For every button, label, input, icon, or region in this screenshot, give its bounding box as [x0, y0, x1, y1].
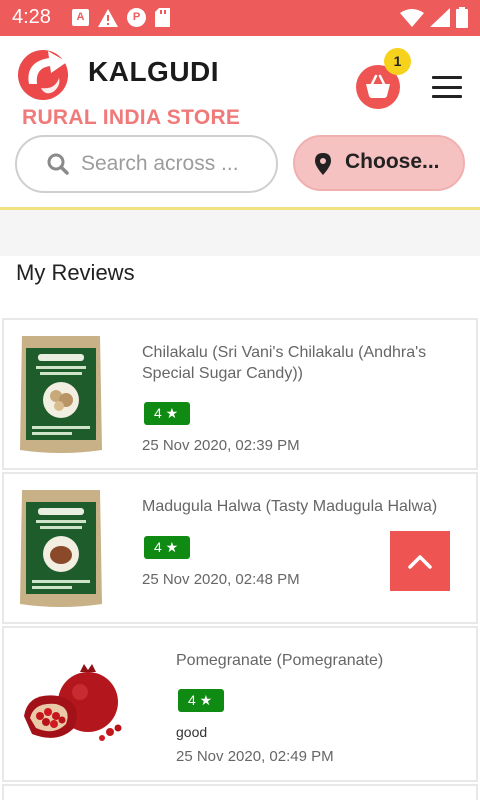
review-date: 25 Nov 2020, 02:48 PM: [142, 571, 300, 588]
p-notification-icon: P: [127, 8, 146, 27]
signal-icon: [430, 8, 450, 27]
review-item[interactable]: Chilakalu (Sri Vani's Chilakalu (Andhra'…: [2, 318, 478, 470]
scroll-to-top-button[interactable]: [390, 531, 450, 591]
rating-badge: 4 ★: [144, 536, 190, 559]
app-header: KALGUDI RURAL INDIA STORE 1 Choose...: [0, 36, 480, 210]
search-input[interactable]: [81, 147, 271, 181]
wifi-icon: [400, 8, 424, 27]
choose-location-button[interactable]: Choose...: [293, 135, 465, 191]
review-date: 25 Nov 2020, 02:49 PM: [176, 748, 334, 765]
battery-icon: [456, 7, 468, 28]
pomegranate-product-image: [24, 664, 122, 741]
rating-badge: 4 ★: [144, 402, 190, 425]
system-icons: [400, 7, 468, 28]
notification-icons: A P: [72, 8, 170, 27]
rating-badge: 4 ★: [178, 689, 224, 712]
location-label: Choose...: [345, 150, 440, 173]
brand-name[interactable]: KALGUDI: [88, 56, 219, 88]
search-icon: [47, 153, 69, 175]
chilakalu-product-image: [20, 336, 102, 453]
review-item[interactable]: [2, 784, 478, 800]
location-pin-icon: [315, 153, 331, 175]
status-bar: 4:28 A P: [0, 0, 480, 36]
cart-count-badge: 1: [384, 48, 411, 75]
sd-card-icon: [155, 8, 170, 27]
review-date: 25 Nov 2020, 02:39 PM: [142, 437, 300, 454]
warning-icon: [98, 8, 118, 27]
my-reviews-section: My Reviews Chilakalu (Sri Vani's Chilaka…: [0, 256, 480, 800]
brand-subtitle: RURAL INDIA STORE: [22, 106, 241, 129]
review-product-name: Madugula Halwa (Tasty Madugula Halwa): [142, 498, 438, 515]
review-item[interactable]: Pomegranate (Pomegranate) 4 ★ good 25 No…: [2, 626, 478, 782]
review-comment: good: [176, 724, 208, 740]
review-product-name: Chilakalu (Sri Vani's Chilakalu (Andhra'…: [142, 344, 427, 382]
hamburger-menu-icon[interactable]: [432, 76, 462, 98]
madugula-halwa-product-image: [20, 490, 102, 607]
chevron-up-icon: [408, 555, 432, 569]
a-notification-icon: A: [72, 9, 89, 26]
status-time: 4:28: [12, 6, 51, 28]
reviews-title: My Reviews: [16, 260, 135, 285]
search-bar[interactable]: [15, 135, 278, 193]
kalgudi-logo-icon[interactable]: [15, 44, 77, 102]
review-product-name: Pomegranate (Pomegranate): [176, 652, 384, 669]
